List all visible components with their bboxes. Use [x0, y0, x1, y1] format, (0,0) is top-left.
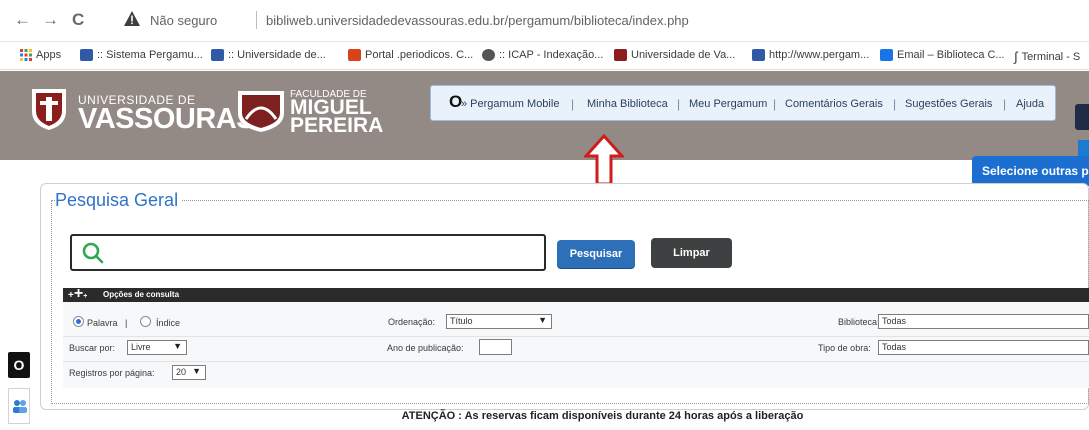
nav-separator: | — [1003, 97, 1007, 111]
apps-grid-icon — [20, 49, 32, 61]
bookmark-sistema-pergamum[interactable]: :: Sistema Pergamu... — [80, 49, 203, 61]
faculty-logo — [238, 91, 284, 132]
nav-separator: | — [893, 97, 897, 111]
bookmark-portal-periodicos[interactable]: Portal .periodicos. C... — [348, 49, 473, 61]
tipo-obra-select[interactable]: Todas — [878, 340, 1089, 355]
url-divider — [256, 11, 257, 29]
back-button[interactable]: ← — [14, 10, 31, 30]
capes-favicon — [348, 49, 361, 61]
registros-select[interactable]: 20 ▼ — [172, 365, 206, 380]
chevron-down-icon: ▼ — [538, 315, 547, 325]
warning-icon — [124, 11, 140, 26]
url-text[interactable]: bibliweb.universidadedevassouras.edu.br/… — [266, 13, 689, 28]
divider — [63, 361, 1089, 362]
search-input[interactable] — [70, 234, 546, 271]
share-tab[interactable] — [1078, 140, 1089, 157]
terminal-icon: ∫ — [1014, 49, 1018, 64]
search-button[interactable]: Pesquisar — [557, 240, 635, 268]
address-bar[interactable]: Não seguro bibliweb.universidadedevassou… — [108, 8, 1089, 34]
bookmark-terminal[interactable]: ∫ Terminal - S — [1014, 49, 1080, 64]
site-header: UNIVERSIDADE DE VASSOURAS FACULDADE DE M… — [0, 71, 1089, 160]
ordenacao-select[interactable]: Título ▼ — [446, 314, 552, 329]
nav-ajuda[interactable]: Ajuda — [1016, 98, 1044, 110]
bookmark-icap[interactable]: :: ICAP - Indexação... — [482, 49, 603, 61]
nav-minha-biblioteca[interactable]: Minha Biblioteca — [587, 98, 668, 110]
options-title: Opções de consulta — [103, 290, 180, 299]
ordenacao-label: Ordenação: — [388, 317, 436, 327]
nav-separator: | — [773, 97, 777, 111]
radio-indice[interactable] — [140, 316, 151, 327]
bookmark-apps[interactable]: Apps — [20, 49, 61, 61]
tipo-obra-label: Tipo de obra: — [818, 343, 871, 353]
radio-separator: | — [125, 318, 128, 328]
university-shield-logo — [32, 89, 66, 130]
ano-publicacao-label: Ano de publicação: — [387, 343, 464, 353]
bookmark-universidade[interactable]: :: Universidade de... — [211, 49, 326, 61]
nav-sugestoes-gerais[interactable]: Sugestões Gerais — [905, 98, 992, 110]
faculty-label-line2: PEREIRA — [290, 114, 384, 137]
pergamum-favicon — [752, 49, 765, 61]
select-other-libraries-button[interactable]: Selecione outras p — [972, 156, 1089, 186]
not-secure-label: Não seguro — [150, 13, 218, 28]
nav-separator: | — [677, 97, 681, 111]
ano-publicacao-input[interactable] — [479, 339, 512, 355]
nav-separator: | — [571, 97, 575, 111]
bookmark-email[interactable]: Email – Biblioteca C... — [880, 49, 1005, 61]
red-up-arrow-annotation — [584, 134, 624, 186]
top-navigation: O » Pergamum Mobile | Minha Biblioteca |… — [430, 85, 1056, 121]
pergamum-favicon — [211, 49, 224, 61]
buscar-por-select[interactable]: Livre ▼ — [127, 340, 187, 355]
biblioteca-label: Biblioteca: — [838, 317, 880, 327]
reload-button[interactable]: C — [72, 10, 84, 30]
page-title: Pesquisa Geral — [55, 190, 182, 211]
nav-meu-pergamum[interactable]: Meu Pergamum — [689, 98, 767, 110]
outlook-favicon — [880, 49, 893, 61]
university-label-big: VASSOURAS — [78, 103, 256, 135]
bookmark-universidade-va[interactable]: Universidade de Va... — [614, 49, 735, 61]
nav-pergamum-mobile[interactable]: » Pergamum Mobile — [461, 98, 559, 110]
radio-palavra-label: Palavra — [87, 318, 118, 328]
nav-comentarios-gerais[interactable]: Comentários Gerais — [785, 98, 883, 110]
browser-toolbar: ← → C Não seguro bibliweb.universidadede… — [0, 0, 1089, 42]
globe-favicon — [482, 49, 495, 61]
options-header-bar[interactable]: +++ Opções de consulta — [63, 286, 1089, 302]
radio-indice-label: Índice — [156, 318, 181, 328]
chevron-down-icon: ▼ — [173, 341, 182, 351]
accessibility-tab[interactable] — [1075, 104, 1089, 130]
pergamum-favicon — [80, 49, 93, 61]
registros-label: Registros por página: — [69, 368, 155, 378]
bookmark-pergamum-http[interactable]: http://www.pergam... — [752, 49, 869, 61]
pergamum-side-button[interactable]: O — [8, 352, 30, 378]
attention-notice: ATENÇÃO : As reservas ficam disponíveis … — [401, 410, 804, 422]
biblioteca-select[interactable]: Todas — [878, 314, 1089, 329]
bookmarks-bar: Apps :: Sistema Pergamu... :: Universida… — [0, 42, 1089, 70]
forward-button[interactable]: → — [42, 10, 59, 30]
buscar-por-label: Buscar por: — [69, 343, 116, 353]
chevron-down-icon: ▼ — [192, 366, 201, 376]
clear-button[interactable]: Limpar — [651, 238, 732, 268]
uv-shield-favicon — [614, 49, 627, 61]
radio-palavra[interactable] — [73, 316, 84, 327]
search-icon — [82, 242, 104, 264]
divider — [63, 336, 1089, 337]
